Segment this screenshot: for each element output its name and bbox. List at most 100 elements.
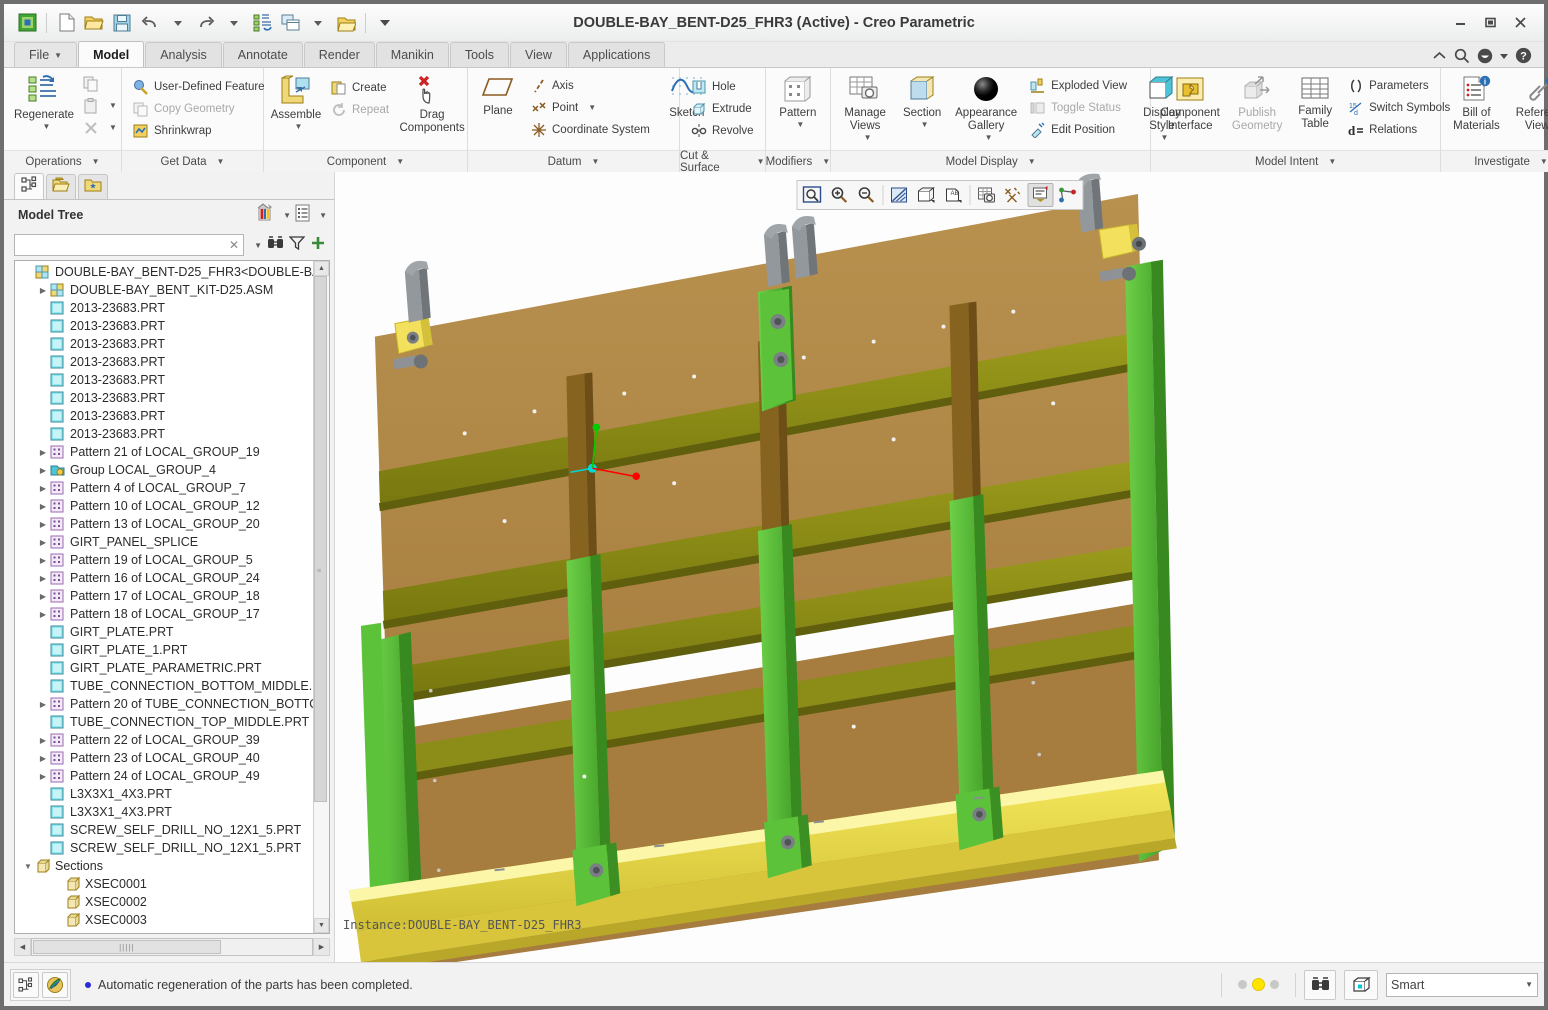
plane-button[interactable]: Plane (474, 73, 522, 120)
tree-row[interactable]: ▶ Pattern 10 of LOCAL_GROUP_12 (15, 497, 313, 515)
tree-row[interactable]: ▶2013-23683.PRT (15, 425, 313, 443)
tab-analysis[interactable]: Analysis (145, 42, 222, 67)
tree-row[interactable]: ▶L3X3X1_4X3.PRT (15, 803, 313, 821)
chevron-right-icon[interactable]: ▶ (36, 736, 50, 745)
tree-row[interactable]: ▶XSEC0001 (15, 875, 313, 893)
appearance-gallery-button[interactable]: Appearance Gallery ▼ (951, 73, 1021, 144)
creo-logo-icon[interactable] (14, 10, 40, 36)
tab-applications[interactable]: Applications (567, 42, 666, 67)
search-dropdown-icon[interactable]: ▼ (254, 241, 262, 250)
model-tree-list[interactable]: ▶DOUBLE-BAY_BENT-D25_FHR3<DOUBLE-BAY_B▶D… (15, 261, 313, 933)
datum-display-icon[interactable] (1000, 183, 1026, 207)
tree-settings-icon[interactable] (255, 203, 275, 227)
chevron-right-icon[interactable]: ▶ (36, 448, 50, 457)
favorites-tab[interactable] (78, 174, 108, 199)
chevron-down-icon[interactable]: ▼ (109, 101, 117, 110)
tree-row[interactable]: ▶TUBE_CONNECTION_BOTTOM_MIDDLE.PRT (15, 677, 313, 695)
collapse-ribbon-icon[interactable] (1432, 50, 1447, 61)
chevron-right-icon[interactable]: ▶ (36, 574, 50, 583)
chevron-right-icon[interactable]: ▶ (36, 592, 50, 601)
window-dropdown-icon[interactable] (305, 10, 331, 36)
filter-icon[interactable] (288, 235, 306, 256)
tree-row[interactable]: ▶ Pattern 19 of LOCAL_GROUP_5 (15, 551, 313, 569)
tree-settings-dropdown-icon[interactable]: ▼ (283, 211, 291, 220)
scroll-right-button[interactable]: ▶ (313, 938, 330, 956)
chevron-down-icon[interactable]: ▼ (109, 123, 117, 132)
edit-position-button[interactable]: Edit Position (1025, 119, 1132, 140)
family-table-button[interactable]: Family Table (1291, 73, 1339, 133)
window-switch-icon[interactable] (277, 10, 303, 36)
zoom-out-icon[interactable] (853, 183, 879, 207)
assemble-button[interactable]: Assemble ▼ (270, 73, 322, 133)
tree-row[interactable]: ▶ Pattern 21 of LOCAL_GROUP_19 (15, 443, 313, 461)
repeat-button[interactable]: Repeat (326, 99, 394, 120)
tab-render[interactable]: Render (303, 42, 375, 67)
undo-dropdown-icon[interactable] (165, 10, 191, 36)
browser-toggle-icon[interactable] (42, 971, 68, 998)
extrude-button[interactable]: Extrude (686, 98, 759, 119)
create-component-button[interactable]: Create (326, 77, 394, 98)
reference-viewer-button[interactable]: i Reference Viewer (1510, 73, 1548, 135)
find-tool-icon[interactable] (1304, 969, 1336, 1000)
model-tree-horizontal-scrollbar[interactable]: ||||| (31, 938, 313, 956)
search-icon[interactable] (1454, 48, 1470, 64)
tree-row[interactable]: ▶ Pattern 18 of LOCAL_GROUP_17 (15, 605, 313, 623)
save-icon[interactable] (109, 10, 135, 36)
chevron-right-icon[interactable]: ▶ (36, 286, 50, 295)
paste-button[interactable]: ▼ (78, 95, 122, 116)
maximize-button[interactable] (1476, 11, 1504, 35)
point-button[interactable]: Point ▼ (526, 97, 655, 118)
tree-row[interactable]: ▶TUBE_CONNECTION_TOP_MIDDLE.PRT (15, 713, 313, 731)
minimize-button[interactable] (1446, 11, 1474, 35)
tree-row[interactable]: ▶SCREW_SELF_DRILL_NO_12X1_5.PRT (15, 839, 313, 857)
tree-row[interactable]: ▶2013-23683.PRT (15, 335, 313, 353)
tree-row[interactable]: ▶ Pattern 13 of LOCAL_GROUP_20 (15, 515, 313, 533)
tree-row[interactable]: ▶ DOUBLE-BAY_BENT_KIT-D25.ASM (15, 281, 313, 299)
copy-button[interactable] (78, 73, 122, 94)
tree-row[interactable]: ▶GIRT_PLATE_PARAMETRIC.PRT (15, 659, 313, 677)
tab-model[interactable]: Model (78, 41, 145, 67)
new-file-icon[interactable] (53, 10, 79, 36)
coordinate-system-button[interactable]: Coordinate System (526, 119, 655, 140)
clear-search-icon[interactable]: ✕ (229, 238, 239, 252)
chevron-down-icon[interactable]: ▼ (21, 862, 35, 871)
undo-icon[interactable] (137, 10, 163, 36)
tab-view[interactable]: View (510, 42, 567, 67)
chevron-right-icon[interactable]: ▶ (36, 700, 50, 709)
tree-row[interactable]: ▶ Pattern 17 of LOCAL_GROUP_18 (15, 587, 313, 605)
refit-icon[interactable] (799, 183, 825, 207)
tree-row[interactable]: ▶ Pattern 16 of LOCAL_GROUP_24 (15, 569, 313, 587)
revolve-button[interactable]: Revolve (686, 120, 759, 141)
view-manager-icon[interactable] (973, 183, 999, 207)
find-icon[interactable] (267, 235, 284, 256)
folder-browser-tab[interactable] (46, 174, 76, 199)
parameters-button[interactable]: Parameters (1343, 75, 1455, 96)
section-button[interactable]: Section ▼ (897, 73, 947, 131)
graphics-viewport[interactable]: AB Instance:DOUBLE-BAY_BENT-D25_FHR3 (334, 172, 1544, 962)
tree-row[interactable]: ▶GIRT_PLATE.PRT (15, 623, 313, 641)
search-input-wrapper[interactable]: ✕ (14, 234, 245, 256)
tree-row[interactable]: ▶XSEC0002 (15, 893, 313, 911)
ribbon-group-datum-label[interactable]: Datum ▼ (468, 150, 679, 172)
tree-row[interactable]: ▶2013-23683.PRT (15, 371, 313, 389)
regenerate-icon[interactable] (249, 10, 275, 36)
switch-symbols-button[interactable]: 15 d Switch Symbols (1343, 97, 1455, 118)
chevron-down-icon[interactable]: ▼ (43, 122, 51, 131)
chevron-right-icon[interactable]: ▶ (36, 538, 50, 547)
close-button[interactable] (1506, 11, 1534, 35)
tree-row[interactable]: ▶XSEC0003 (15, 911, 313, 929)
user-account-icon[interactable] (1477, 48, 1493, 64)
open-file-icon[interactable] (81, 10, 107, 36)
cad-model-render[interactable] (335, 172, 1544, 962)
zoom-in-icon[interactable] (826, 183, 852, 207)
ribbon-group-model-intent-label[interactable]: Model Intent ▼ (1151, 150, 1441, 172)
exploded-view-button[interactable]: Exploded View (1025, 75, 1132, 96)
annotation-display-icon[interactable] (1027, 183, 1053, 207)
tree-row[interactable]: ▶ GIRT_PANEL_SPLICE (15, 533, 313, 551)
spin-center-icon[interactable] (1054, 183, 1080, 207)
tree-row[interactable]: ▶2013-23683.PRT (15, 299, 313, 317)
selection-box-icon[interactable] (1344, 969, 1378, 1000)
drag-components-button[interactable]: Drag Components (398, 73, 466, 137)
user-defined-feature-button[interactable]: User-Defined Feature (128, 76, 270, 97)
tab-annotate[interactable]: Annotate (222, 42, 303, 67)
